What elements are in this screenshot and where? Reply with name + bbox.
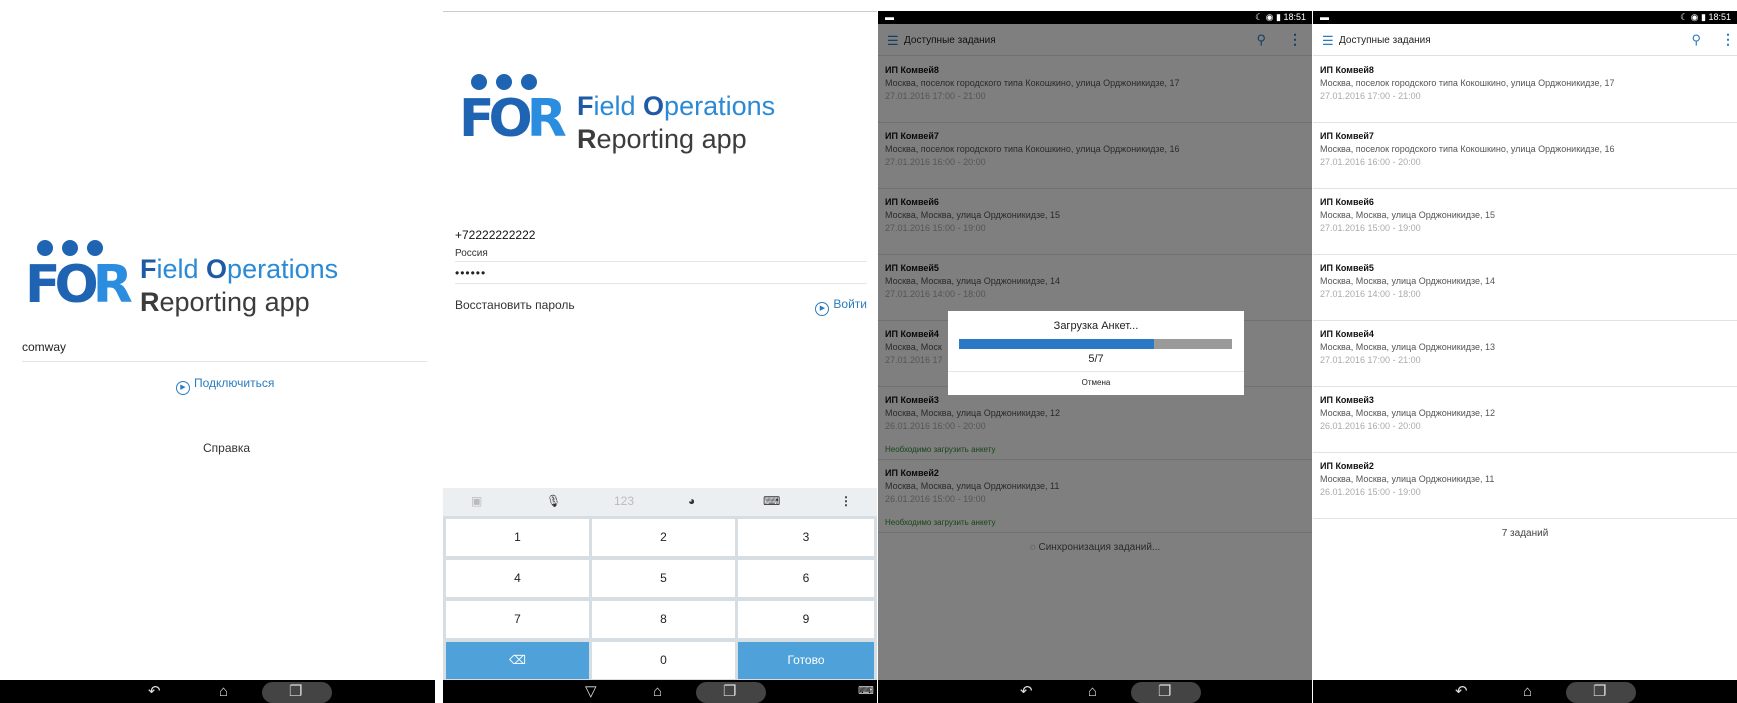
list-item[interactable]: ИП Комвей4 Москва, Москва, улица Орджоник… <box>1313 321 1737 387</box>
key-0[interactable]: 0 <box>592 642 735 679</box>
palette-icon[interactable]: ◕ <box>688 494 695 508</box>
restore-password-link[interactable]: Восстановить пароль <box>455 298 575 312</box>
key-7[interactable]: 7 <box>446 601 589 638</box>
status-icons: ☾ ◉ ▮ 18:51 <box>1255 12 1306 22</box>
nav-bar: ↶ ⌂ ❐ <box>878 680 1312 703</box>
home-icon[interactable]: ⌂ <box>653 684 662 699</box>
numbers-key[interactable]: 123 <box>614 494 634 508</box>
backspace-key[interactable]: ⌫ <box>446 642 589 679</box>
list-item[interactable]: ИП Комвей5Москва, Москва, улица Орджоник… <box>1313 255 1737 321</box>
progress-text: 5/7 <box>1088 353 1104 365</box>
password-field[interactable]: •••••• <box>455 266 867 284</box>
help-link[interactable]: Справка <box>203 441 250 455</box>
nav-bar: ▽ ⌂ ❐ ⌨ <box>443 680 877 703</box>
back-down-icon[interactable]: ▽ <box>585 684 597 699</box>
status-icons: ☾ ◉ ▮ 18:51 <box>1680 12 1731 22</box>
cancel-button[interactable]: Отмена <box>948 371 1244 395</box>
logo-mark: FOR <box>25 255 133 315</box>
screen-tasks: ▬ ☾ ◉ ▮ 18:51 ☰ Доступные задания ⚲ ⋮ ИП… <box>1313 0 1737 703</box>
nav-bar: ↶ ⌂ ❐ <box>0 680 435 703</box>
progress-fill <box>959 339 1154 349</box>
key-6[interactable]: 6 <box>738 560 874 597</box>
key-4[interactable]: 4 <box>446 560 589 597</box>
back-icon[interactable]: ↶ <box>1020 684 1033 699</box>
search-icon[interactable]: ⚲ <box>1691 32 1701 48</box>
recents-icon[interactable]: ❐ <box>723 684 736 699</box>
home-icon[interactable]: ⌂ <box>1088 684 1097 699</box>
phone-field[interactable]: +72222222222 <box>455 228 535 242</box>
recents-icon[interactable]: ❐ <box>289 684 302 699</box>
nav-bar: ↶ ⌂ ❐ <box>1313 680 1737 703</box>
screen-connect: FOR Field Operations Reporting app comwa… <box>0 0 435 703</box>
tasks-count: 7 заданий <box>1501 528 1549 539</box>
status-bar: ▬ ☾ ◉ ▮ 18:51 <box>1313 11 1737 24</box>
back-icon[interactable]: ↶ <box>148 684 161 699</box>
play-icon: ▶ <box>815 302 830 316</box>
logo-tagline: Field Operations Reporting app <box>577 91 776 154</box>
company-input[interactable]: comway <box>22 340 427 362</box>
notification-icon: ▬ <box>885 12 894 22</box>
microphone-icon[interactable]: 🎙 <box>546 494 561 508</box>
list-item[interactable]: ИП Комвей7Москва, поселок городского тип… <box>1313 123 1737 189</box>
list-item[interactable]: ИП Комвей2Москва, Москва, улица Орджоник… <box>1313 453 1737 519</box>
list-item[interactable]: ИП Комвей6Москва, Москва, улица Орджоник… <box>1313 189 1737 255</box>
divider <box>443 11 877 12</box>
key-9[interactable]: 9 <box>738 601 874 638</box>
login-button[interactable]: ▶ Войти <box>815 297 867 316</box>
notification-icon: ▬ <box>1320 12 1329 22</box>
app-toolbar: ☰ Доступные задания ⚲ ⋮ <box>1313 26 1737 56</box>
home-icon[interactable]: ⌂ <box>1523 684 1532 699</box>
menu-icon[interactable]: ☰ <box>1322 33 1334 49</box>
screen-login: FOR Field Operations Reporting app +7222… <box>443 0 877 703</box>
keyboard-toolbar: ▣ 🎙 123 ◕ ⌨ ⋮ <box>443 488 877 516</box>
key-5[interactable]: 5 <box>592 560 735 597</box>
more-icon[interactable]: ⋮ <box>840 494 852 508</box>
key-3[interactable]: 3 <box>738 519 874 556</box>
recents-icon[interactable]: ❐ <box>1593 684 1606 699</box>
play-icon: ▶ <box>176 381 190 395</box>
numeric-keyboard: 1 2 3 4 5 6 7 8 9 ⌫ 0 Готово <box>443 516 877 680</box>
logo-mark: FOR <box>459 89 567 149</box>
key-2[interactable]: 2 <box>592 519 735 556</box>
connect-button[interactable]: ▶ Подключиться <box>176 376 274 395</box>
back-icon[interactable]: ↶ <box>1455 684 1468 699</box>
progress-bar <box>959 339 1232 349</box>
loading-dialog: Загрузка Анкет... 5/7 Отмена <box>948 311 1244 395</box>
recents-icon[interactable]: ❐ <box>1158 684 1171 699</box>
keyboard-icon[interactable]: ⌨ <box>858 684 874 699</box>
done-key[interactable]: Готово <box>738 642 874 679</box>
home-icon[interactable]: ⌂ <box>219 684 228 699</box>
page-title: Доступные задания <box>1339 35 1431 46</box>
keyboard-switch-icon[interactable]: ▣ <box>471 494 482 508</box>
keyboard-hide-icon[interactable]: ⌨ <box>763 494 780 508</box>
country-field[interactable]: Россия <box>455 248 867 262</box>
status-bar: ▬ ☾ ◉ ▮ 18:51 <box>878 11 1312 24</box>
key-1[interactable]: 1 <box>446 519 589 556</box>
list-item[interactable]: ИП Комвей3Москва, Москва, улица Орджоник… <box>1313 387 1737 453</box>
more-icon[interactable]: ⋮ <box>1721 31 1735 48</box>
key-8[interactable]: 8 <box>592 601 735 638</box>
logo-tagline: Field Operations Reporting app <box>140 254 339 317</box>
dialog-title: Загрузка Анкет... <box>1053 320 1139 332</box>
list-item[interactable]: ИП Комвей8Москва, поселок городского тип… <box>1313 57 1737 123</box>
screen-tasks-loading: ▬ ☾ ◉ ▮ 18:51 ☰ Доступные задания ⚲ ⋮ ИП… <box>878 0 1312 703</box>
backspace-icon: ⌫ <box>509 653 526 667</box>
